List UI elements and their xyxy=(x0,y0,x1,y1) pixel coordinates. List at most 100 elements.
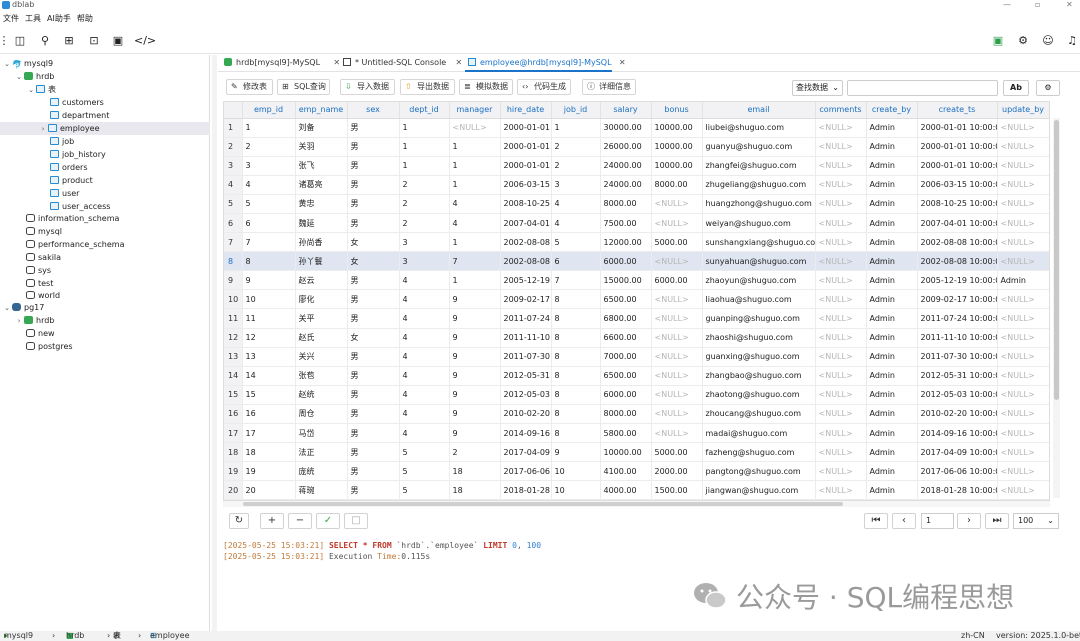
table-cell[interactable]: Admin xyxy=(866,442,918,463)
table-cell[interactable]: <NULL> xyxy=(997,461,1049,482)
table-cell[interactable]: Admin xyxy=(866,366,918,386)
table-cell[interactable]: <NULL> xyxy=(997,156,1049,176)
table-cell[interactable]: 6800.00 xyxy=(600,308,652,329)
table-cell[interactable]: Admin xyxy=(866,270,918,291)
page-size-select[interactable]: 100 ⌄ xyxy=(1013,513,1059,529)
table-cell[interactable]: 男 xyxy=(347,366,400,386)
tree-node-pg-hrdb[interactable]: › hrdb xyxy=(14,314,54,327)
table-cell[interactable]: 9 xyxy=(449,366,501,386)
table-cell[interactable]: 18 xyxy=(449,461,501,482)
row-number[interactable]: 20 xyxy=(224,480,243,500)
table-cell[interactable]: <NULL> xyxy=(651,251,703,272)
table-cell[interactable]: 4000.00 xyxy=(600,480,652,500)
table-cell[interactable]: 1 xyxy=(399,118,450,138)
table-cell[interactable]: <NULL> xyxy=(815,251,867,272)
locale-indicator[interactable]: zh-CN xyxy=(961,631,985,641)
table-cell[interactable]: <NULL> xyxy=(997,480,1049,500)
table-cell-overflow[interactable]: < xyxy=(1049,175,1050,194)
table-cell[interactable]: 2010-02-20 10:00:00 xyxy=(917,404,998,425)
table-cell[interactable]: <NULL> xyxy=(815,366,867,386)
table-cell[interactable]: 24000.00 xyxy=(600,175,652,195)
table-cell[interactable]: 2018-01-28 10:00:00 xyxy=(917,480,998,500)
table-cell[interactable]: <NULL> xyxy=(651,366,703,386)
table-cell[interactable]: Admin xyxy=(866,137,918,157)
table-cell[interactable]: <NULL> xyxy=(651,194,703,214)
table-row[interactable]: 2 2 关羽男 1 1 2000-01-01 2 26000.00 10000.00 guanyu… xyxy=(224,137,1049,157)
row-number[interactable]: 16 xyxy=(224,404,243,425)
table-cell[interactable]: <NULL> xyxy=(815,308,867,329)
table-cell[interactable]: 孙丫鬟 xyxy=(295,251,348,272)
table-cell[interactable]: Admin xyxy=(866,404,918,425)
table-cell[interactable]: 5 xyxy=(399,461,450,482)
table-cell[interactable]: 男 xyxy=(347,423,400,444)
column-header-salary[interactable]: salary xyxy=(600,102,652,119)
table-cell[interactable]: <NULL> xyxy=(815,480,867,500)
table-cell[interactable]: 3 xyxy=(399,232,450,253)
table-cell[interactable]: 男 xyxy=(347,480,400,500)
row-number[interactable]: 11 xyxy=(224,308,243,329)
table-cell[interactable]: 2017-04-09 xyxy=(500,442,552,463)
table-cell[interactable]: <NULL> xyxy=(651,328,703,348)
table-cell-overflow[interactable]: < xyxy=(1049,385,1050,404)
table-cell[interactable]: 2012-05-31 xyxy=(500,366,552,386)
table-cell[interactable]: weiyan@shuguo.com xyxy=(702,213,816,234)
table-cell[interactable]: <NULL> xyxy=(815,404,867,425)
column-header-hire-date[interactable]: hire_date xyxy=(500,102,552,119)
table-row[interactable]: 3 3 张飞男 1 1 2000-01-01 2 24000.00 10000.00 zhangf… xyxy=(224,156,1049,176)
table-cell[interactable]: 8 xyxy=(551,366,601,386)
table-cell[interactable]: 2000-01-01 xyxy=(500,118,552,138)
table-cell[interactable]: Admin xyxy=(866,156,918,176)
table-cell[interactable]: Admin xyxy=(997,270,1049,291)
tree-node-information-schema[interactable]: information_schema xyxy=(26,212,119,225)
column-header-dept-id[interactable]: dept_id xyxy=(399,102,450,119)
table-cell[interactable]: 女 xyxy=(347,232,400,253)
tree-node-performance-schema[interactable]: performance_schema xyxy=(26,238,125,251)
table-cell[interactable]: 2005-12-19 10:00:00 xyxy=(917,270,998,291)
table-cell[interactable]: 4 xyxy=(399,347,450,367)
table-cell-overflow[interactable]: < xyxy=(1049,233,1050,252)
table-cell[interactable]: 1 xyxy=(449,270,501,291)
tree-node-postgres[interactable]: postgres xyxy=(26,340,73,353)
table-cell[interactable]: <NULL> xyxy=(651,213,703,234)
last-page-button[interactable]: ⏭ xyxy=(985,513,1009,529)
table-cell[interactable]: 2012-05-31 10:00:00 xyxy=(917,366,998,386)
table-cell[interactable]: 4 xyxy=(399,328,450,348)
table-cell[interactable]: 2 xyxy=(449,442,501,463)
row-number[interactable]: 5 xyxy=(224,194,243,214)
table-cell[interactable]: 8000.00 xyxy=(651,175,703,195)
table-cell[interactable]: 19 xyxy=(242,461,296,482)
table-cell[interactable]: <NULL> xyxy=(815,118,867,138)
table-cell[interactable]: 男 xyxy=(347,347,400,367)
column-header-emp-name[interactable]: emp_name xyxy=(295,102,348,119)
find-input[interactable] xyxy=(847,80,998,96)
table-cell[interactable]: 8 xyxy=(242,251,296,272)
table-cell[interactable]: 赵统 xyxy=(295,385,348,405)
tree-node-mysql[interactable]: mysql xyxy=(26,225,62,238)
table-cell[interactable]: 2017-06-06 xyxy=(500,461,552,482)
tree-node-user[interactable]: user xyxy=(50,187,79,200)
table-cell[interactable]: 8 xyxy=(551,308,601,329)
column-header-create-by[interactable]: create_by xyxy=(866,102,918,119)
table-cell[interactable]: 8000.00 xyxy=(600,404,652,425)
table-cell[interactable]: 2006-03-15 xyxy=(500,175,552,195)
table-cell[interactable]: 8 xyxy=(551,404,601,425)
commit-button[interactable]: ✓ xyxy=(316,513,340,529)
row-number[interactable]: 12 xyxy=(224,328,243,348)
table-cell[interactable]: 2000-01-01 10:00:00 xyxy=(917,118,998,138)
table-cell[interactable]: 7 xyxy=(242,232,296,253)
table-cell[interactable]: 法正 xyxy=(295,442,348,463)
table-cell[interactable]: 2 xyxy=(399,194,450,214)
table-cell[interactable]: guanping@shuguo.com xyxy=(702,308,816,329)
table-cell[interactable]: 1 xyxy=(449,232,501,253)
table-cell[interactable]: <NULL> xyxy=(815,442,867,463)
table-cell[interactable]: Admin xyxy=(866,480,918,500)
table-cell[interactable]: 2018-01-28 xyxy=(500,480,552,500)
menu-ai[interactable]: AI助手 xyxy=(44,14,74,23)
table-cell[interactable]: 9 xyxy=(242,270,296,291)
table-cell[interactable]: 2 xyxy=(551,156,601,176)
table-cell[interactable]: <NULL> xyxy=(997,385,1049,405)
table-cell[interactable]: liaohua@shuguo.com xyxy=(702,289,816,310)
table-cell[interactable]: 1 xyxy=(242,118,296,138)
table-cell[interactable]: 4 xyxy=(399,366,450,386)
table-cell[interactable]: Admin xyxy=(866,175,918,195)
